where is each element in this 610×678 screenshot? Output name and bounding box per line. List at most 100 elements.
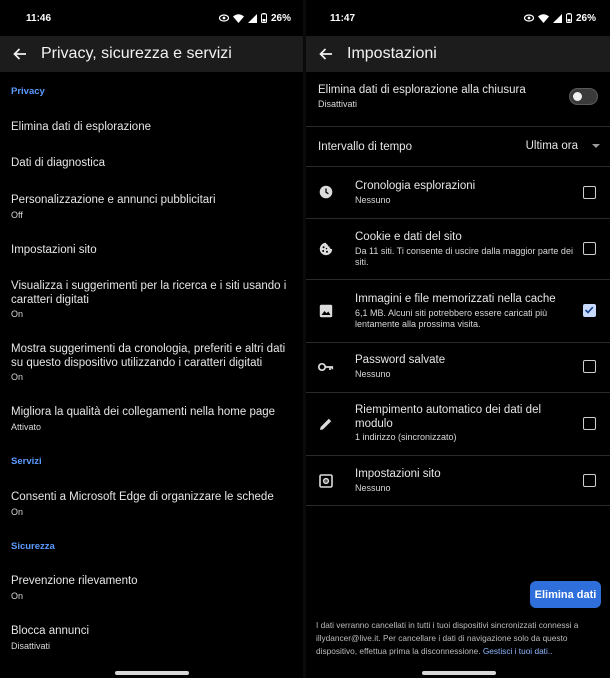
status-icons: 26%: [218, 12, 291, 24]
item-title: Elimina dati di esplorazione: [11, 121, 151, 133]
status-bar: 11:46 26%: [0, 0, 303, 36]
item-title: Prevenzione rilevamento: [11, 575, 138, 587]
clock-icon: [318, 184, 334, 200]
item-status: On: [11, 309, 24, 319]
cookie-icon: [318, 241, 334, 257]
status-bar: 11:47 26%: [306, 0, 610, 36]
option-title: Cookie e dati del sito: [355, 231, 462, 243]
pencil-icon: [318, 416, 334, 432]
clear-on-exit-status: Disattivati: [318, 99, 358, 109]
list-item-block-ads[interactable]: Blocca annunci Disattivati: [11, 625, 295, 651]
back-button[interactable]: [0, 36, 40, 72]
option-title: Immagini e file memorizzati nella cache: [355, 293, 556, 305]
list-item-improve-shortcuts[interactable]: Migliora la qualità dei collegamenti nel…: [11, 406, 295, 432]
section-header-services: Servizi: [11, 456, 42, 467]
item-title: Visualizza i suggerimenti per la ricerca…: [11, 280, 287, 306]
item-status: Disattivati: [11, 640, 51, 651]
gesture-nav-bar[interactable]: [115, 671, 189, 675]
section-header-privacy: Privacy: [11, 86, 45, 97]
item-status: On: [11, 506, 24, 517]
option-detail: Nessuno: [355, 482, 391, 493]
wifi-icon: [232, 13, 244, 23]
checkbox[interactable]: [583, 186, 596, 199]
option-browsing-history[interactable]: Cronologia esplorazioni Nessuno: [306, 167, 610, 218]
list-item-delete-browsing-data[interactable]: Elimina dati di esplorazione: [11, 121, 295, 135]
status-icons: 26%: [523, 12, 596, 24]
page-title: Privacy, sicurezza e servizi: [41, 45, 232, 62]
item-title: Dati di diagnostica: [11, 157, 105, 169]
gesture-nav-bar[interactable]: [422, 671, 496, 675]
option-detail: Nessuno: [355, 194, 391, 205]
app-bar: Impostazioni: [306, 36, 610, 72]
list-item-personalization-ads[interactable]: Personalizzazione e annunci pubblicitari…: [11, 194, 295, 220]
chevron-down-icon: [592, 144, 600, 148]
list-item-diagnostic-data[interactable]: Dati di diagnostica: [11, 157, 295, 171]
checkbox-checked[interactable]: [583, 304, 596, 317]
time-range-select[interactable]: Ultima ora: [526, 140, 600, 152]
item-status: Attivato: [11, 421, 42, 432]
option-detail: Da 11 siti. Ti consente di uscire dalla …: [355, 245, 573, 268]
image-icon: [318, 303, 334, 319]
option-title: Riempimento automatico dei dati del modu…: [355, 404, 542, 430]
list-item-search-suggestions[interactable]: Visualizza i suggerimenti per la ricerca…: [11, 280, 295, 319]
item-title: Blocca annunci: [11, 625, 89, 637]
item-title: Consenti a Microsoft Edge di organizzare…: [11, 491, 274, 503]
toggle-knob: [573, 92, 582, 101]
status-time: 11:46: [26, 12, 52, 24]
option-detail: 1 indirizzo (sincronizzato): [355, 432, 457, 442]
checkmark-icon: [584, 306, 594, 314]
item-status: Off: [11, 209, 23, 220]
eye-icon: [218, 14, 229, 22]
item-title: Migliora la qualità dei collegamenti nel…: [11, 406, 276, 418]
checkbox[interactable]: [583, 360, 596, 373]
separator: [306, 126, 610, 127]
wifi-icon: [537, 13, 549, 23]
arrow-left-icon: [319, 48, 332, 60]
section-header-security: Sicurezza: [11, 541, 55, 552]
battery-percent: 26%: [270, 12, 291, 24]
battery-icon: [260, 13, 267, 23]
option-cookies[interactable]: Cookie e dati del sito Da 11 siti. Ti co…: [306, 219, 610, 279]
option-cached-images[interactable]: Immagini e file memorizzati nella cache …: [306, 280, 610, 342]
option-site-settings[interactable]: Impostazioni sito Nessuno: [306, 456, 610, 505]
list-item-history-suggestions[interactable]: Mostra suggerimenti da cronologia, prefe…: [11, 343, 295, 382]
list-item-organize-tabs[interactable]: Consenti a Microsoft Edge di organizzare…: [11, 491, 295, 517]
list-item-tracking-prevention[interactable]: Prevenzione rilevamento On: [11, 575, 295, 601]
right-screen: 11:47 26% Impostazioni Elimina dati di e…: [306, 0, 610, 678]
option-saved-passwords[interactable]: Password salvate Nessuno: [306, 343, 610, 392]
checkbox[interactable]: [583, 474, 596, 487]
option-detail: Nessuno: [355, 368, 391, 379]
item-title: Personalizzazione e annunci pubblicitari: [11, 194, 216, 206]
arrow-left-icon: [13, 48, 26, 60]
time-range-value: Ultima ora: [525, 140, 578, 152]
status-time: 11:47: [330, 12, 356, 24]
time-range-row: Intervallo di tempo Ultima ora: [318, 140, 600, 156]
battery-percent: 26%: [575, 12, 596, 24]
item-title: Impostazioni sito: [11, 244, 97, 256]
key-icon: [318, 359, 334, 375]
checkbox[interactable]: [583, 417, 596, 430]
sync-disclaimer: I dati verranno cancellati in tutti i tu…: [316, 619, 596, 658]
page-title: Impostazioni: [347, 45, 437, 62]
signal-icon: [247, 13, 257, 23]
time-range-label: Intervallo di tempo: [318, 141, 412, 153]
option-title: Impostazioni sito: [355, 468, 441, 480]
site-settings-icon: [318, 473, 334, 489]
option-detail: 6,1 MB. Alcuni siti potrebbero essere ca…: [355, 307, 548, 330]
signal-icon: [552, 13, 562, 23]
item-status: On: [11, 372, 24, 382]
clear-on-exit-row[interactable]: Elimina dati di esplorazione alla chiusu…: [318, 84, 600, 109]
clear-on-exit-toggle[interactable]: [569, 88, 598, 105]
app-bar: Privacy, sicurezza e servizi: [0, 36, 303, 72]
option-title: Password salvate: [355, 354, 446, 366]
left-screen: 11:46 26% Privacy, sicurezza e servizi P…: [0, 0, 303, 678]
option-autofill[interactable]: Riempimento automatico dei dati del modu…: [306, 393, 610, 455]
battery-icon: [565, 13, 572, 23]
delete-data-button[interactable]: Elimina dati: [530, 581, 601, 608]
checkbox[interactable]: [583, 242, 596, 255]
separator: [306, 505, 610, 506]
option-title: Cronologia esplorazioni: [355, 180, 476, 192]
back-button[interactable]: [306, 36, 346, 72]
manage-data-link[interactable]: Gestisci i tuoi dati..: [483, 646, 553, 656]
list-item-site-settings[interactable]: Impostazioni sito: [11, 244, 295, 258]
